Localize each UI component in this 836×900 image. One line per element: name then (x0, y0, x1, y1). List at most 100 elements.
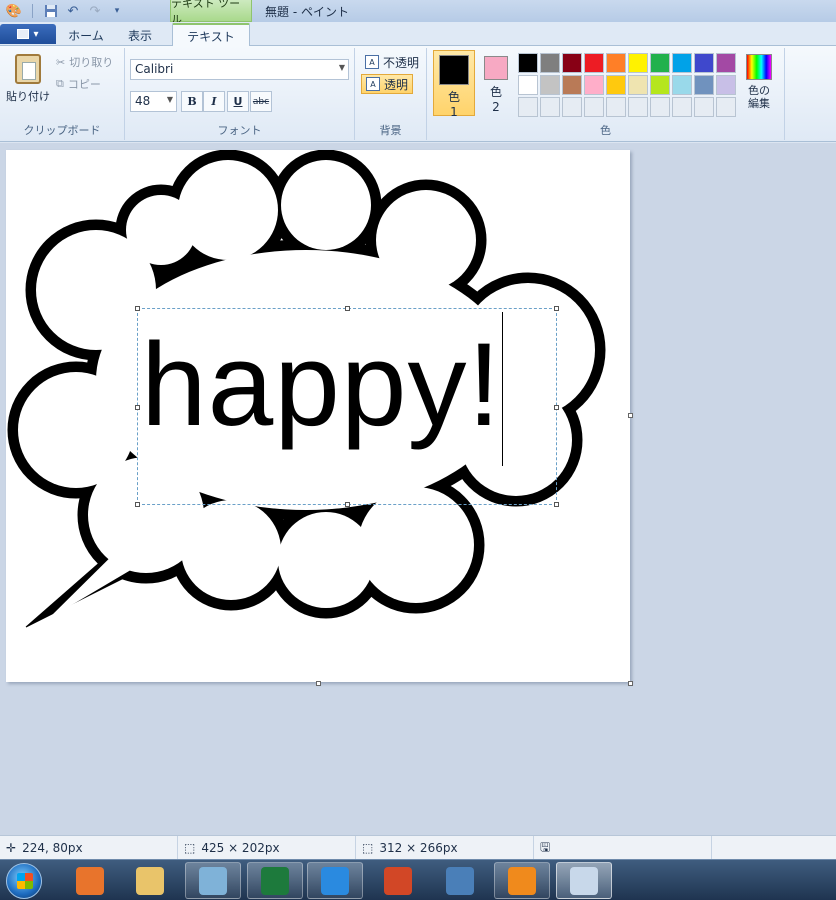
taskbar-button[interactable] (247, 862, 303, 899)
paste-button[interactable]: 貼り付け (6, 52, 50, 112)
palette-color-swatch[interactable] (606, 75, 626, 95)
palette-color-swatch[interactable] (650, 53, 670, 73)
textbox-handle[interactable] (345, 306, 350, 311)
tab-text[interactable]: テキスト (172, 23, 250, 47)
palette-color-swatch[interactable] (562, 53, 582, 73)
redo-icon[interactable]: ↷ (87, 3, 103, 19)
canvas-text[interactable]: happy! (141, 320, 501, 450)
color-palette (517, 52, 737, 118)
palette-color-swatch[interactable] (540, 97, 560, 117)
palette-color-swatch[interactable] (540, 75, 560, 95)
palette-color-swatch[interactable] (628, 53, 648, 73)
cut-button[interactable]: ✂ 切り取り (56, 53, 113, 71)
ribbon: 貼り付け ✂ 切り取り ⧉ コピー クリップボード フォント Calibri ▼… (0, 46, 836, 142)
palette-color-swatch[interactable] (606, 97, 626, 117)
taskbar-button[interactable] (556, 862, 612, 899)
paste-label: 貼り付け (6, 90, 50, 103)
paint-app-icon[interactable]: 🎨 (6, 3, 22, 19)
font-size-select[interactable]: 48 ▼ (130, 91, 177, 112)
color1-button[interactable]: 色 1 (433, 50, 475, 119)
color1-num: 1 (450, 105, 458, 119)
disk-icon: 🖫 (540, 839, 551, 854)
textbox-handle[interactable] (554, 405, 559, 410)
font-family-select[interactable]: Calibri ▼ (130, 59, 349, 80)
clipboard-icon (15, 54, 41, 84)
title-bar: 🎨 ↶ ↷ ▾ テキスト ツール 無題 - ペイント (0, 0, 836, 26)
taskbar-button[interactable] (494, 862, 550, 899)
palette-color-swatch[interactable] (518, 75, 538, 95)
taskbar-button[interactable] (122, 862, 178, 899)
palette-color-swatch[interactable] (716, 75, 736, 95)
textbox-handle[interactable] (135, 306, 140, 311)
palette-color-swatch[interactable] (584, 97, 604, 117)
canvas-resize-handle-corner[interactable] (628, 681, 633, 686)
textbox-handle[interactable] (135, 405, 140, 410)
undo-icon[interactable]: ↶ (65, 3, 81, 19)
crosshair-icon: ✛ (6, 841, 17, 855)
save-icon[interactable] (43, 3, 59, 19)
taskbar-button[interactable] (62, 862, 118, 899)
start-button[interactable] (6, 863, 42, 899)
windows-logo-icon (17, 873, 33, 889)
cut-label: 切り取り (69, 56, 114, 69)
palette-color-swatch[interactable] (628, 75, 648, 95)
palette-color-swatch[interactable] (716, 97, 736, 117)
palette-color-swatch[interactable] (584, 53, 604, 73)
tab-home[interactable]: ホーム (64, 25, 108, 46)
transparent-label: 透明 (384, 77, 409, 92)
color2-button[interactable]: 色 2 (475, 50, 517, 116)
palette-color-swatch[interactable] (562, 97, 582, 117)
ribbon-tabs: ▾ ホーム 表示 (0, 22, 836, 46)
canvas-resize-handle-right[interactable] (628, 413, 633, 418)
edit-colors-label: 色の 編集 (748, 84, 770, 110)
app-menu-button[interactable]: ▾ (0, 24, 56, 44)
palette-color-swatch[interactable] (540, 53, 560, 73)
textbox-handle[interactable] (554, 502, 559, 507)
bold-button[interactable]: B (181, 91, 203, 112)
copy-button[interactable]: ⧉ コピー (56, 75, 101, 93)
powerpoint-icon (384, 866, 412, 895)
edit-colors-button[interactable]: 色の 編集 (740, 52, 778, 110)
palette-color-swatch[interactable] (672, 53, 692, 73)
palette-color-swatch[interactable] (606, 53, 626, 73)
opaque-option[interactable]: A 不透明 (361, 52, 423, 72)
clipboard-group: 貼り付け ✂ 切り取り ⧉ コピー クリップボード (0, 48, 125, 140)
transparent-option[interactable]: A 透明 (361, 74, 414, 94)
palette-color-swatch[interactable] (650, 97, 670, 117)
palette-color-swatch[interactable] (518, 97, 538, 117)
textbox-handle[interactable] (345, 502, 350, 507)
palette-color-swatch[interactable] (694, 53, 714, 73)
palette-color-swatch[interactable] (672, 75, 692, 95)
paint-icon (570, 866, 598, 895)
palette-color-swatch[interactable] (694, 75, 714, 95)
palette-color-swatch[interactable] (628, 97, 648, 117)
textbox-handle[interactable] (554, 306, 559, 311)
cursor-position-value: 224, 80px (22, 841, 83, 855)
color1-label: 色 (447, 90, 460, 104)
strikethrough-button[interactable]: abc (250, 91, 272, 112)
palette-color-swatch[interactable] (694, 97, 714, 117)
palette-color-swatch[interactable] (584, 75, 604, 95)
taskbar-button[interactable] (185, 862, 241, 899)
tab-view[interactable]: 表示 (120, 25, 160, 46)
textbox-handle[interactable] (135, 502, 140, 507)
taskbar-button[interactable] (307, 862, 363, 899)
palette-color-swatch[interactable] (650, 75, 670, 95)
customize-qat-icon[interactable]: ▾ (109, 3, 125, 19)
taskbar-button[interactable] (432, 862, 488, 899)
palette-color-swatch[interactable] (672, 97, 692, 117)
window-title: 無題 - ペイント (265, 5, 349, 19)
taskbar-button[interactable] (370, 862, 426, 899)
canvas-resize-handle-bottom[interactable] (316, 681, 321, 686)
color2-label: 色 (489, 85, 502, 99)
media-player-icon (76, 866, 104, 895)
palette-color-swatch[interactable] (518, 53, 538, 73)
italic-button[interactable]: I (203, 91, 225, 112)
colors-group-label: 色 (600, 124, 611, 137)
palette-color-swatch[interactable] (716, 53, 736, 73)
qat-separator (32, 4, 33, 18)
palette-color-swatch[interactable] (562, 75, 582, 95)
copy-label: コピー (67, 78, 101, 91)
underline-button[interactable]: U (227, 91, 249, 112)
excel-icon (261, 866, 289, 895)
